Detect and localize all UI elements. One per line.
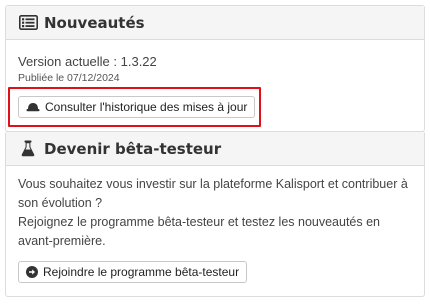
highlight-box xyxy=(8,87,261,127)
beta-join-text: Rejoignez le programme bêta-testeur et t… xyxy=(18,215,381,248)
beta-panel-title: Devenir bêta-testeur xyxy=(44,139,222,158)
beta-intro-text: Vous souhaitez vous investir sur la plat… xyxy=(18,177,408,210)
news-panel-header: Nouveautés xyxy=(6,6,424,40)
beta-panel-header: Devenir bêta-testeur xyxy=(6,132,424,166)
flask-icon xyxy=(18,140,38,158)
beta-panel: Devenir bêta-testeur Vous souhaitez vous… xyxy=(5,131,425,297)
news-panel-title: Nouveautés xyxy=(44,13,145,32)
current-version: Version actuelle : 1.3.22 xyxy=(18,54,157,69)
arrow-circle-right-icon xyxy=(26,266,38,278)
newspaper-icon xyxy=(18,14,38,32)
published-date: Publiée le 07/12/2024 xyxy=(18,72,120,84)
join-beta-button[interactable]: Rejoindre le programme bêta-testeur xyxy=(18,261,248,283)
join-beta-button-label: Rejoindre le programme bêta-testeur xyxy=(43,265,240,279)
